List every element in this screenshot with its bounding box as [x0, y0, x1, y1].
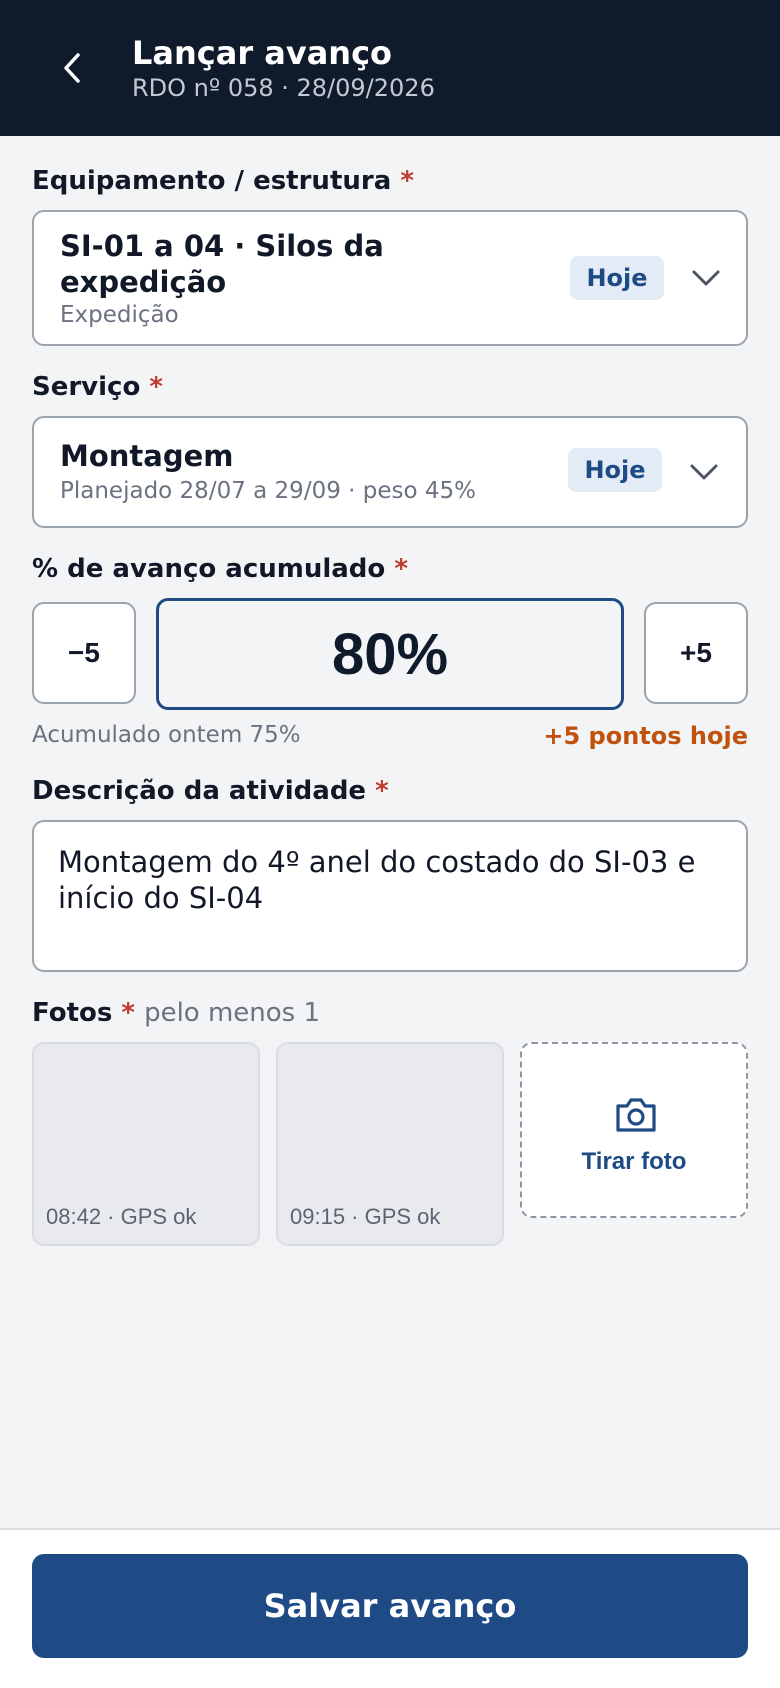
decrease-button[interactable]: −5	[32, 602, 136, 704]
service-plan: Planejado 28/07 a 29/09 · peso 45%	[60, 478, 476, 504]
equipment-label: Equipamento / estrutura *	[32, 166, 414, 196]
required-marker: *	[149, 372, 163, 402]
required-marker: *	[400, 166, 414, 196]
progress-label: % de avanço acumulado *	[32, 554, 408, 584]
camera-icon	[616, 1098, 656, 1132]
back-button[interactable]	[52, 44, 92, 92]
service-select[interactable]: Montagem Planejado 28/07 a 29/09 · peso …	[32, 416, 748, 528]
photos-label: Fotos * pelo menos 1	[32, 998, 320, 1028]
service-label: Serviço *	[32, 372, 163, 402]
yesterday-progress: Acumulado ontem 75%	[32, 722, 301, 748]
progress-label-text: % de avanço acumulado	[32, 554, 386, 584]
take-photo-label: Tirar foto	[581, 1148, 687, 1175]
equipment-value-line2: expedição	[60, 265, 227, 299]
chevron-down-icon	[690, 464, 718, 480]
photo-thumbnail[interactable]: 08:42 · GPS ok	[32, 1042, 260, 1246]
description-label-text: Descrição da atividade	[32, 776, 367, 806]
photo-caption: 08:42 · GPS ok	[46, 1204, 197, 1229]
equipment-select[interactable]: SI-01 a 04 · Silos da expedição Expediçã…	[32, 210, 748, 346]
progress-delta: +5 pontos hoje	[543, 722, 748, 750]
equipment-today-badge: Hoje	[570, 256, 664, 300]
chevron-down-icon	[692, 270, 720, 286]
equipment-area: Expedição	[60, 302, 179, 328]
service-today-badge: Hoje	[568, 448, 662, 492]
take-photo-button[interactable]: Tirar foto	[520, 1042, 748, 1218]
description-textarea[interactable]: Montagem do 4º anel do costado do SI-03 …	[32, 820, 748, 972]
equipment-label-text: Equipamento / estrutura	[32, 166, 392, 196]
equipment-value-line1: SI-01 a 04 · Silos da	[60, 229, 384, 263]
description-label: Descrição da atividade *	[32, 776, 389, 806]
photo-caption: 09:15 · GPS ok	[290, 1204, 441, 1229]
required-marker: *	[394, 554, 408, 584]
photos-hint: pelo menos 1	[144, 998, 321, 1028]
page-subtitle: RDO nº 058 · 28/09/2026	[132, 74, 435, 102]
service-value: Montagem	[60, 439, 234, 473]
back-arrow-icon	[64, 53, 80, 83]
progress-value-input[interactable]: 80%	[156, 598, 624, 710]
increase-button[interactable]: +5	[644, 602, 748, 704]
footer-bar: Salvar avanço	[0, 1528, 780, 1688]
required-marker: *	[121, 998, 136, 1028]
required-marker: *	[375, 776, 389, 806]
photo-thumbnail[interactable]: 09:15 · GPS ok	[276, 1042, 504, 1246]
page-title: Lançar avanço	[132, 34, 393, 72]
app-header: Lançar avanço RDO nº 058 · 28/09/2026	[0, 0, 780, 136]
photos-label-text: Fotos	[32, 998, 113, 1028]
save-button[interactable]: Salvar avanço	[32, 1554, 748, 1658]
service-label-text: Serviço	[32, 372, 141, 402]
